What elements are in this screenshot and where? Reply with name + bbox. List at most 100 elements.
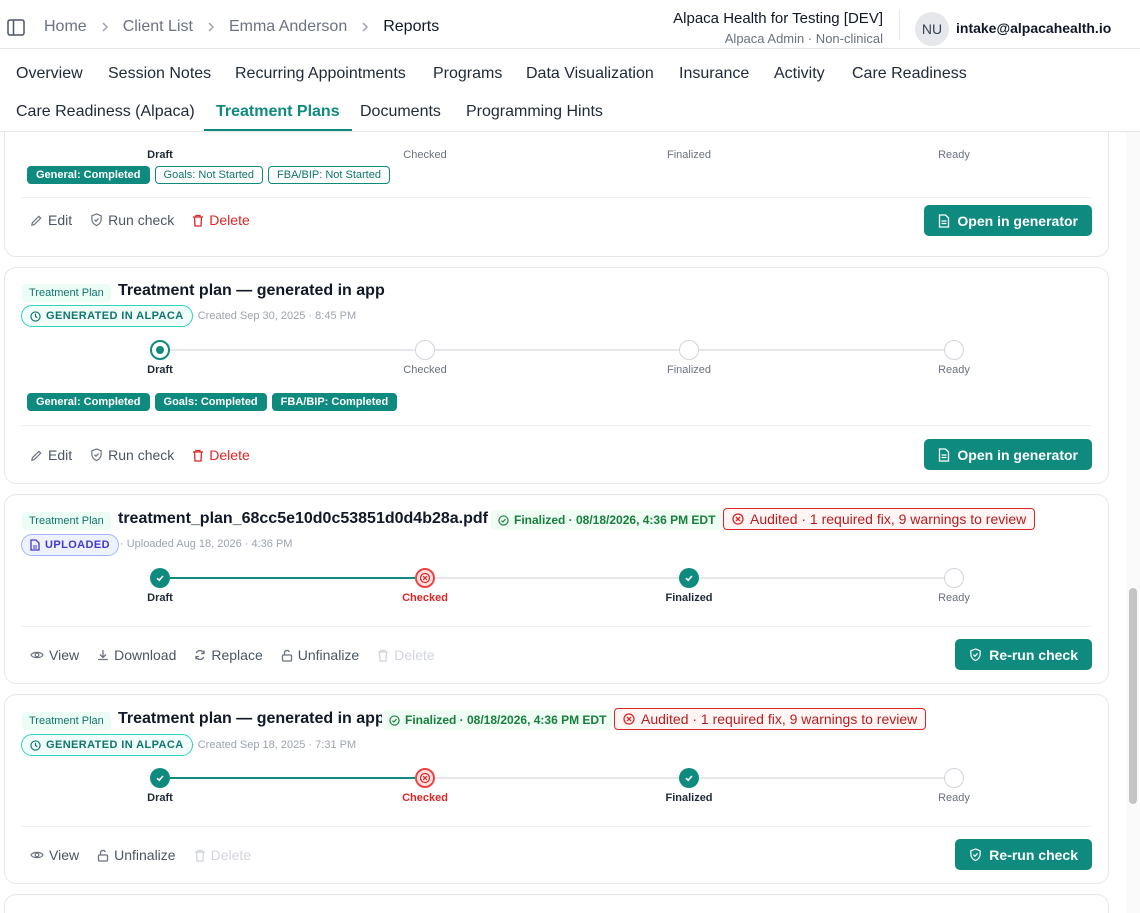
- step-checked-failed: [415, 568, 435, 588]
- shield-check-icon: [970, 847, 982, 861]
- header-divider: [899, 10, 900, 40]
- tab-programming-hints[interactable]: Programming Hints: [454, 93, 615, 131]
- x-circle-icon: [419, 772, 431, 784]
- source-label: GENERATED IN ALPACA: [46, 739, 184, 751]
- org-info: Alpaca Health for Testing [DEV] Alpaca A…: [673, 10, 883, 48]
- step-label-finalized: Finalized: [665, 592, 713, 604]
- breadcrumb-client-list[interactable]: Client List: [123, 18, 193, 36]
- clock-icon: [30, 310, 41, 322]
- card-divider: [21, 826, 1092, 827]
- tab-data-visualization[interactable]: Data Visualization: [514, 55, 666, 93]
- download-button[interactable]: Download: [97, 647, 176, 663]
- tab-insurance[interactable]: Insurance: [667, 55, 761, 93]
- sidebar-toggle-icon[interactable]: [7, 19, 25, 36]
- delete-label: Delete: [394, 647, 435, 663]
- rerun-check-button[interactable]: Re-run check: [955, 639, 1092, 670]
- tab-programs[interactable]: Programs: [421, 55, 514, 93]
- user-email[interactable]: intake@alpacahealth.io: [956, 20, 1111, 36]
- chevron-right-icon: [207, 22, 215, 32]
- view-button[interactable]: View: [30, 647, 79, 663]
- plan-type-badge: Treatment Plan: [22, 712, 111, 730]
- file-icon: [30, 539, 40, 551]
- rerun-check-label: Re-run check: [989, 846, 1078, 863]
- tab-recurring-appointments[interactable]: Recurring Appointments: [223, 55, 418, 93]
- tab-overview[interactable]: Overview: [4, 55, 95, 93]
- check-icon: [685, 775, 693, 782]
- shield-check-icon: [970, 647, 982, 661]
- run-check-button[interactable]: Run check: [90, 447, 174, 463]
- x-circle-icon: [732, 513, 744, 525]
- scrollbar[interactable]: [1126, 132, 1140, 913]
- delete-label: Delete: [210, 847, 252, 863]
- unfinalize-label: Unfinalize: [114, 847, 176, 863]
- breadcrumb-client[interactable]: Emma Anderson: [229, 18, 347, 36]
- created-text: Uploaded Aug 18, 2026 · 4:36 PM: [126, 538, 293, 550]
- avatar[interactable]: NU: [915, 12, 949, 46]
- tab-activity[interactable]: Activity: [762, 55, 837, 93]
- delete-label: Delete: [209, 212, 250, 228]
- delete-button-disabled: Delete: [377, 647, 435, 663]
- replace-button[interactable]: Replace: [194, 647, 263, 663]
- created-text: Created Sep 18, 2025 · 7:31 PM: [197, 739, 357, 751]
- treatment-plan-card: Treatment Plan treatment_plan_68cc5e10d0…: [4, 494, 1109, 684]
- step-finalized-done: [679, 768, 699, 788]
- delete-button[interactable]: Delete: [192, 212, 250, 228]
- trash-icon: [378, 649, 389, 662]
- unfinalize-button[interactable]: Unfinalize: [281, 647, 359, 663]
- trash-icon: [193, 214, 204, 227]
- chevron-right-icon: [101, 22, 109, 32]
- plan-title[interactable]: Treatment plan — generated in app: [118, 282, 385, 300]
- treatment-plan-card: Treatment Plan Treatment plan — generate…: [4, 267, 1109, 484]
- treatment-plan-card: Treatment Plan Treatment plan — generate…: [4, 694, 1109, 884]
- unfinalize-label: Unfinalize: [297, 647, 360, 663]
- plan-title[interactable]: Treatment plan — generated in app: [118, 710, 385, 728]
- step-finalized-pending: [679, 340, 699, 360]
- audit-status-text: Audited · 1 required fix, 9 warnings to …: [750, 511, 1027, 527]
- audit-status-chip[interactable]: Audited · 1 required fix, 9 warnings to …: [614, 708, 927, 730]
- created-text: Created Sep 30, 2025 · 8:45 PM: [197, 310, 357, 322]
- check-circle-icon: [498, 514, 509, 526]
- source-pill: GENERATED IN ALPACA: [21, 305, 193, 327]
- scrollbar-thumb[interactable]: [1129, 588, 1137, 804]
- run-check-button[interactable]: Run check: [90, 212, 174, 228]
- step-label-checked: Checked: [402, 792, 448, 804]
- trash-icon: [194, 849, 205, 862]
- edit-button[interactable]: Edit: [30, 447, 72, 463]
- top-header: Home Client List Emma Anderson Reports A…: [0, 0, 1140, 49]
- open-in-generator-button[interactable]: Open in generator: [924, 205, 1092, 236]
- step-draft-done: [150, 568, 170, 588]
- step-finalized-done: [679, 568, 699, 588]
- open-in-generator-button[interactable]: Open in generator: [924, 439, 1092, 470]
- shield-check-icon: [91, 213, 102, 227]
- tab-documents[interactable]: Documents: [348, 93, 453, 131]
- edit-button[interactable]: Edit: [30, 212, 72, 228]
- plan-title[interactable]: treatment_plan_68cc5e10d0c53851d0d4b28a.…: [118, 510, 488, 528]
- step-draft-current: [150, 340, 170, 360]
- treatment-plan-card: Draft Checked Finalized Ready General: C…: [4, 132, 1109, 257]
- step-checked-pending: [415, 340, 435, 360]
- rerun-check-button[interactable]: Re-run check: [955, 839, 1092, 870]
- step-label-draft: Draft: [147, 149, 173, 161]
- audit-status-chip[interactable]: Audited · 1 required fix, 9 warnings to …: [723, 508, 1036, 530]
- created-date: · Created Sep 18, 2025 · 7:31 PM: [191, 739, 357, 751]
- tab-care-readiness[interactable]: Care Readiness: [840, 55, 979, 93]
- step-ready-pending: [944, 768, 964, 788]
- breadcrumb-current: Reports: [383, 18, 440, 35]
- delete-button-disabled: Delete: [194, 847, 251, 863]
- treatment-plan-card: [4, 894, 1109, 913]
- card-actions: View Download Replace Unfinalize Delete: [30, 647, 435, 663]
- tab-treatment-plans[interactable]: Treatment Plans: [204, 93, 352, 131]
- org-role: Alpaca Admin · Non-clinical: [724, 31, 883, 46]
- tag-fba-bip: FBA/BIP: Completed: [271, 393, 398, 411]
- view-button[interactable]: View: [30, 847, 79, 863]
- refresh-icon: [195, 649, 206, 661]
- card-actions: Edit Run check Delete: [30, 447, 250, 463]
- check-circle-icon: [389, 714, 400, 726]
- tab-care-readiness-alpaca[interactable]: Care Readiness (Alpaca): [4, 93, 207, 131]
- delete-button[interactable]: Delete: [192, 447, 250, 463]
- x-circle-icon: [419, 572, 431, 584]
- tab-session-notes[interactable]: Session Notes: [96, 55, 223, 93]
- breadcrumb-home[interactable]: Home: [44, 18, 87, 36]
- client-tabs: Overview Session Notes Recurring Appoint…: [0, 50, 1140, 132]
- unfinalize-button[interactable]: Unfinalize: [97, 847, 176, 863]
